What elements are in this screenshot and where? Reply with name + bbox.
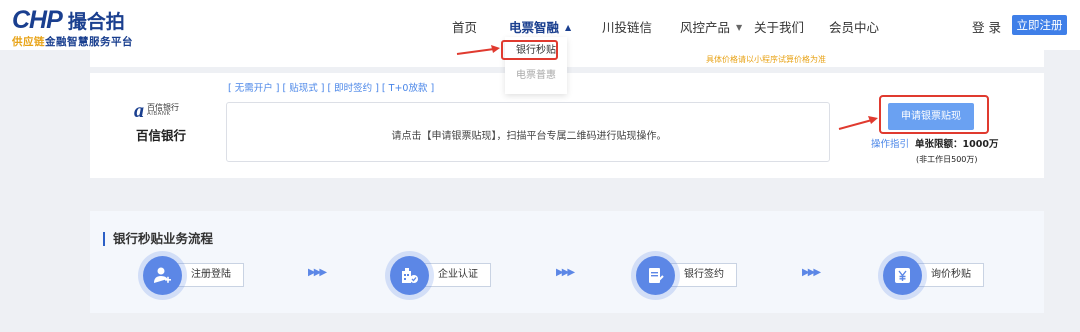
step-arrow-icon: ▶▶▶ (556, 267, 575, 278)
nav-item-member-center[interactable]: 会员中心 (829, 17, 879, 36)
nav-label: 会员中心 (829, 20, 880, 35)
non-workday-limit: (非工作日500万) (916, 155, 978, 164)
login-link[interactable]: 登 录 (972, 17, 1001, 36)
previous-product-card (90, 50, 1044, 67)
instruction-box: 请点击【申请银票贴现】，扫描平台专属二维码进行贴现操作。 (226, 102, 830, 162)
nav-label: 关于我们 (754, 20, 805, 35)
instruction-text: 请点击【申请银票贴现】，扫描平台专属二维码进行贴现操作。 (391, 131, 667, 142)
tagline-rest: 金融智慧服务平台 (45, 36, 133, 48)
aibank-logo-mark: a (134, 100, 144, 122)
nav-item-about[interactable]: 关于我们 (754, 17, 804, 36)
nav-item-e-bill[interactable]: 电票智融 ▲ (509, 17, 571, 36)
sign-document-icon (636, 256, 675, 295)
red-arrow-icon (456, 45, 500, 55)
step-arrow-icon: ▶▶▶ (308, 267, 327, 278)
nav-label: 风控产品 (680, 20, 731, 35)
operation-guide-link[interactable]: 操作指引 (871, 136, 909, 150)
dropdown-highlight-box (501, 40, 558, 60)
register-button[interactable]: 立即注册 (1012, 15, 1067, 35)
process-title: 银行秒贴业务流程 (103, 232, 213, 246)
step-label: 企业认证 (438, 269, 478, 280)
logo-latin: CHP (12, 6, 63, 34)
red-arrow-icon (838, 116, 878, 130)
nav-label: 电票智融 (509, 20, 560, 35)
logo-chinese: 撮合拍 (67, 11, 125, 33)
nav-item-chuantou-chain[interactable]: 川投链信 (602, 17, 652, 36)
caret-up-icon: ▲ (565, 23, 572, 32)
nav-item-home[interactable]: 首页 (452, 17, 477, 36)
step-label: 询价秒贴 (931, 269, 971, 280)
step-label: 注册登陆 (191, 269, 231, 280)
bank-name: 百信银行 (136, 128, 187, 143)
single-limit: 单张限额：1000万 (915, 139, 999, 150)
nav-label: 川投链信 (602, 20, 653, 35)
tagline-highlight: 供应链 (12, 36, 45, 48)
site-logo[interactable]: CHP 撮合拍 供应链金融智慧服务平台 (12, 6, 133, 49)
aibank-logo-en: AIBANK (147, 111, 171, 118)
user-add-icon (143, 256, 182, 295)
caret-down-icon: ▼ (736, 23, 743, 32)
dropdown-item-e-bill-inclusive[interactable]: 电票普惠 (505, 66, 567, 86)
company-verify-icon (390, 256, 429, 295)
logo-tagline: 供应链金融智慧服务平台 (12, 34, 133, 49)
price-note: 具体价格请以小程序试算价格为准 (706, 55, 826, 64)
nav-label: 首页 (452, 20, 478, 35)
yen-quote-icon (883, 256, 922, 295)
apply-button-highlight-box (879, 95, 989, 134)
feature-tags: [ 无需开户 ] [ 贴现式 ] [ 即时签约 ] [ T+0放款 ] (228, 83, 435, 94)
step-arrow-icon: ▶▶▶ (802, 267, 821, 278)
nav-item-risk-products[interactable]: 风控产品 ▼ (680, 17, 742, 36)
aibank-logo: a 百信银行 AIBANK (134, 101, 179, 121)
step-label: 银行签约 (684, 269, 724, 280)
